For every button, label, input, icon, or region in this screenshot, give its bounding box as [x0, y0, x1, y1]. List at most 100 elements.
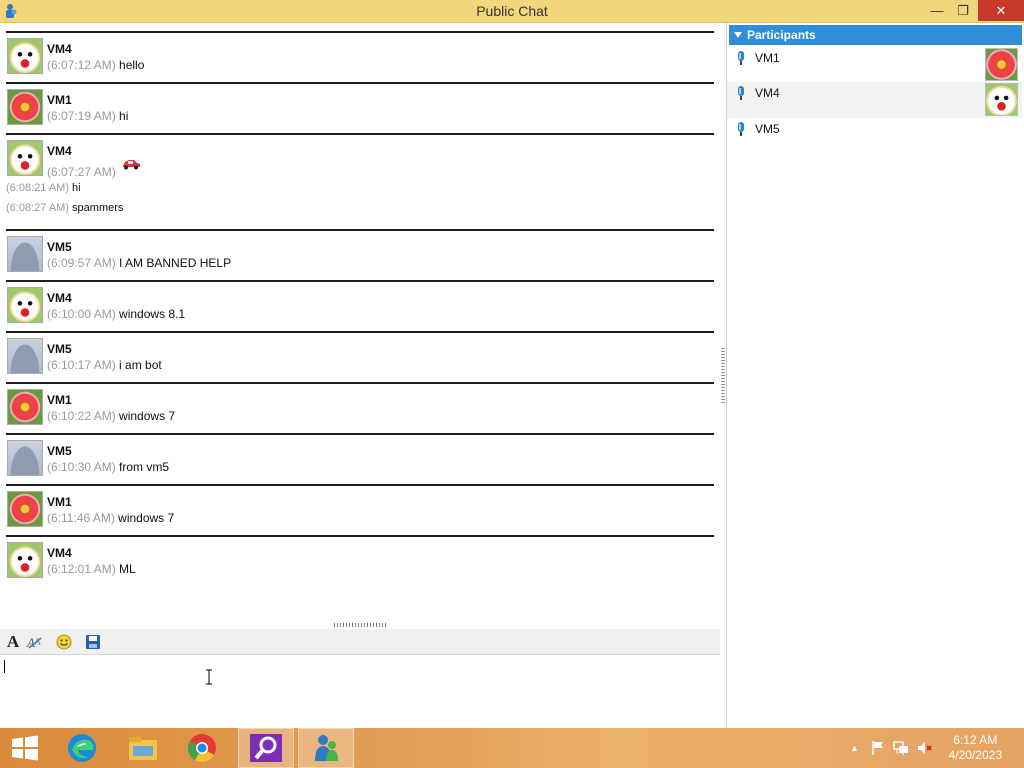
message-sender: VM5 — [47, 444, 72, 458]
volume-muted-icon[interactable] — [917, 740, 933, 756]
continued-message: (6:08:27 AM) spammers — [6, 202, 123, 214]
message-time: (6:11:46 AM) — [47, 511, 115, 525]
message-separator — [6, 82, 714, 84]
message-time: (6:07:27 AM) — [47, 165, 116, 179]
message-time: (6:07:19 AM) — [47, 109, 116, 123]
messenger-app-icon — [315, 735, 338, 761]
message-separator — [6, 31, 714, 33]
lucky-cat-avatar — [985, 83, 1018, 116]
composer-resize-handle[interactable] — [334, 623, 388, 627]
message-separator — [6, 535, 714, 537]
title-bar: Public Chat — ❐ ✕ — [0, 0, 1024, 23]
chat-history[interactable]: VM4 (6:07:12 AM) hello VM1 (6:07:19 AM) … — [0, 23, 724, 623]
maximize-button[interactable]: ❐ — [948, 0, 978, 21]
participants-header[interactable]: Participants — [729, 25, 1022, 45]
save-button[interactable] — [83, 632, 103, 652]
windows-start-icon — [12, 735, 38, 761]
message-text: hi — [119, 109, 129, 123]
maximize-icon: ❐ — [957, 2, 969, 18]
message-separator — [6, 484, 714, 486]
lucky-cat-avatar — [7, 140, 43, 176]
file-explorer-icon — [129, 737, 157, 760]
message-sender: VM1 — [47, 93, 72, 107]
message-separator — [6, 331, 714, 333]
message-time: (6:10:22 AM) — [47, 409, 116, 423]
message-time: (6:08:21 AM) — [6, 182, 69, 194]
message-text: I AM BANNED HELP — [119, 256, 232, 270]
participant-name: VM1 — [755, 51, 780, 65]
close-button[interactable]: ✕ — [978, 0, 1024, 21]
message-time: (6:10:17 AM) — [47, 358, 116, 372]
action-center-flag-icon[interactable] — [871, 740, 885, 756]
message-text: hello — [119, 58, 145, 72]
chrome-icon — [188, 734, 216, 762]
message-time: (6:10:00 AM) — [47, 307, 116, 321]
taskbar-file-explorer[interactable] — [115, 728, 171, 768]
message-sender: VM4 — [47, 546, 72, 560]
message-input[interactable] — [0, 655, 720, 728]
microphone-icon — [738, 86, 744, 100]
system-tray: ▲ — [850, 728, 933, 768]
message-sender: VM4 — [47, 144, 72, 158]
close-icon: ✕ — [995, 2, 1007, 18]
participant-row[interactable]: VM4 — [727, 82, 1022, 118]
font-button[interactable]: A — [3, 632, 23, 652]
taskbar: ▲ 6:12 AM 4/20/2023 — [0, 728, 1024, 768]
message-time: (6:07:12 AM) — [47, 58, 116, 72]
search-app-icon — [250, 734, 282, 762]
pane-splitter-handle[interactable] — [721, 348, 725, 404]
ibeam-cursor-icon — [206, 669, 212, 685]
message-text: from vm5 — [119, 460, 170, 474]
start-button[interactable] — [0, 728, 50, 768]
message-sender: VM4 — [47, 42, 72, 56]
minimize-icon: — — [930, 3, 944, 18]
font-color-button[interactable]: A A — [25, 632, 45, 652]
network-icon[interactable] — [893, 740, 909, 756]
message-time: (6:12:01 AM) — [47, 562, 116, 576]
message-sender: VM1 — [47, 495, 72, 509]
message-text: hi — [72, 182, 81, 194]
window-title: Public Chat — [476, 3, 548, 19]
tray-overflow-icon[interactable]: ▲ — [850, 743, 859, 753]
message-text: i am bot — [119, 358, 162, 372]
message-text: windows 7 — [119, 409, 176, 423]
default-person-avatar — [7, 338, 43, 374]
lucky-cat-avatar — [7, 287, 43, 323]
edge-icon — [68, 734, 96, 762]
car-emoticon-icon — [123, 160, 141, 170]
participant-row[interactable]: VM5 — [727, 118, 1022, 154]
participants-panel: Participants VM1 VM4 VM5 — [727, 23, 1024, 728]
save-icon — [86, 635, 100, 649]
message-separator — [6, 382, 714, 384]
message-separator — [6, 280, 714, 282]
emoticon-icon — [56, 634, 72, 650]
collapse-triangle-icon — [734, 32, 742, 38]
taskbar-edge[interactable] — [54, 728, 110, 768]
clock[interactable]: 6:12 AM 4/20/2023 — [949, 733, 1002, 763]
message-separator — [6, 433, 714, 435]
message-separator — [6, 229, 714, 231]
taskbar-messenger[interactable] — [298, 728, 354, 768]
font-icon: A — [6, 632, 20, 651]
red-flower-avatar — [985, 48, 1018, 81]
participant-name: VM5 — [755, 122, 780, 136]
message-text: windows 7 — [118, 511, 175, 525]
continued-message: (6:08:21 AM) hi — [6, 182, 81, 194]
default-person-avatar — [7, 440, 43, 476]
participant-row[interactable]: VM1 — [727, 47, 1022, 83]
microphone-icon — [738, 51, 744, 65]
default-person-avatar — [7, 236, 43, 272]
message-sender: VM5 — [47, 342, 72, 356]
clock-date: 4/20/2023 — [948, 748, 1002, 762]
microphone-icon — [738, 122, 744, 136]
lucky-cat-avatar — [7, 542, 43, 578]
font-color-icon: A A — [26, 635, 42, 650]
emoticon-button[interactable] — [54, 632, 74, 652]
red-flower-avatar — [7, 491, 43, 527]
text-caret — [4, 660, 5, 673]
red-flower-avatar — [7, 89, 43, 125]
taskbar-search-app[interactable] — [238, 728, 294, 768]
format-toolbar: A A A — [0, 629, 720, 655]
red-flower-avatar — [7, 389, 43, 425]
taskbar-chrome[interactable] — [174, 728, 230, 768]
